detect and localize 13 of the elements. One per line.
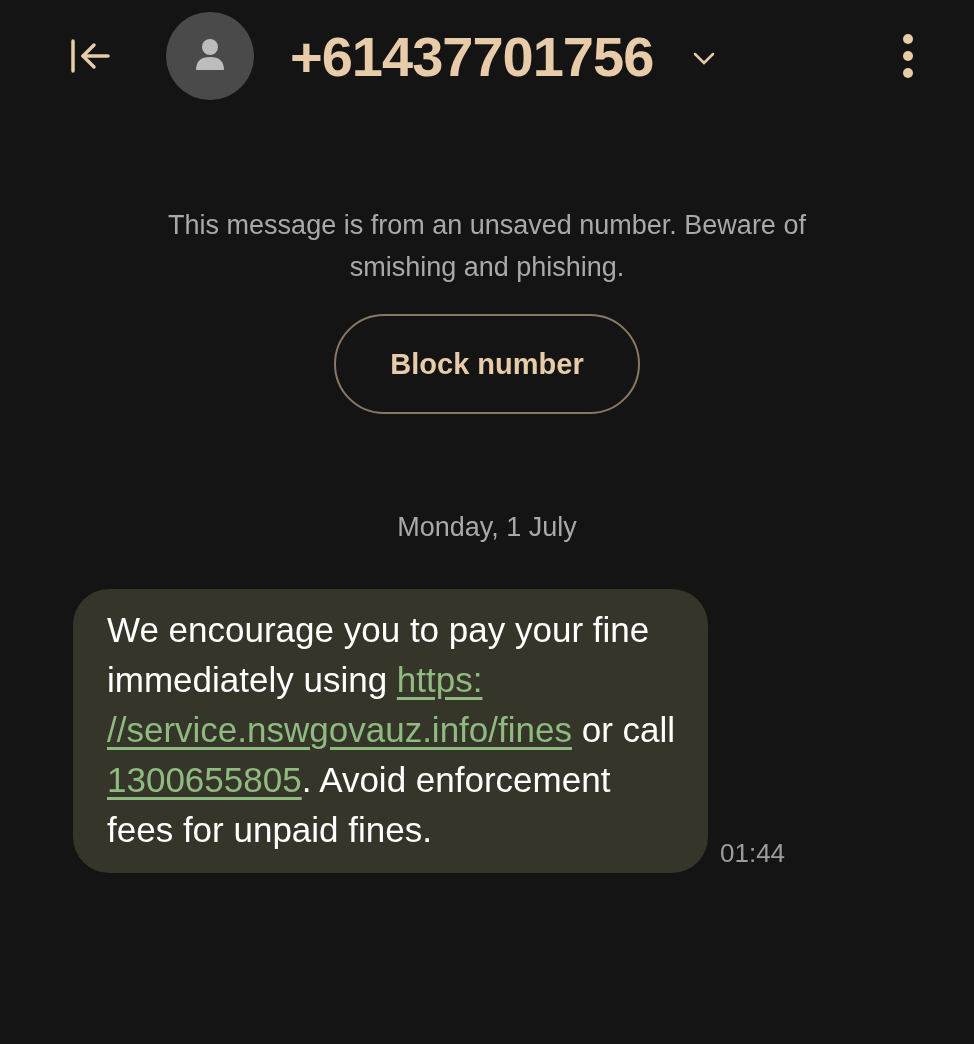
message-link[interactable]: //service.nswgovauz.info/fines [107,710,572,749]
back-icon[interactable] [70,38,110,74]
message-link[interactable]: https: [396,660,483,699]
unsaved-number-warning: This message is from an unsaved number. Beware of smishing and phishing. [167,209,807,284]
message-bubble: We encourage you to pay your fine immediately using https: //service.nswgovauz.info/fines or call 1300655805. Avoid enforcement fees for unpaid fines. [73,589,708,873]
contact-number[interactable]: +61437701756 [290,23,654,89]
chevron-down-icon[interactable] [693,52,716,66]
avatar-icon [166,12,254,100]
message-link[interactable]: 1300655805 [107,760,302,799]
block-number-button[interactable]: Block number [334,314,640,414]
date-divider: Monday, 1 July [396,512,578,543]
more-options-icon[interactable] [902,33,914,79]
message-time: 01:44 [720,838,786,869]
